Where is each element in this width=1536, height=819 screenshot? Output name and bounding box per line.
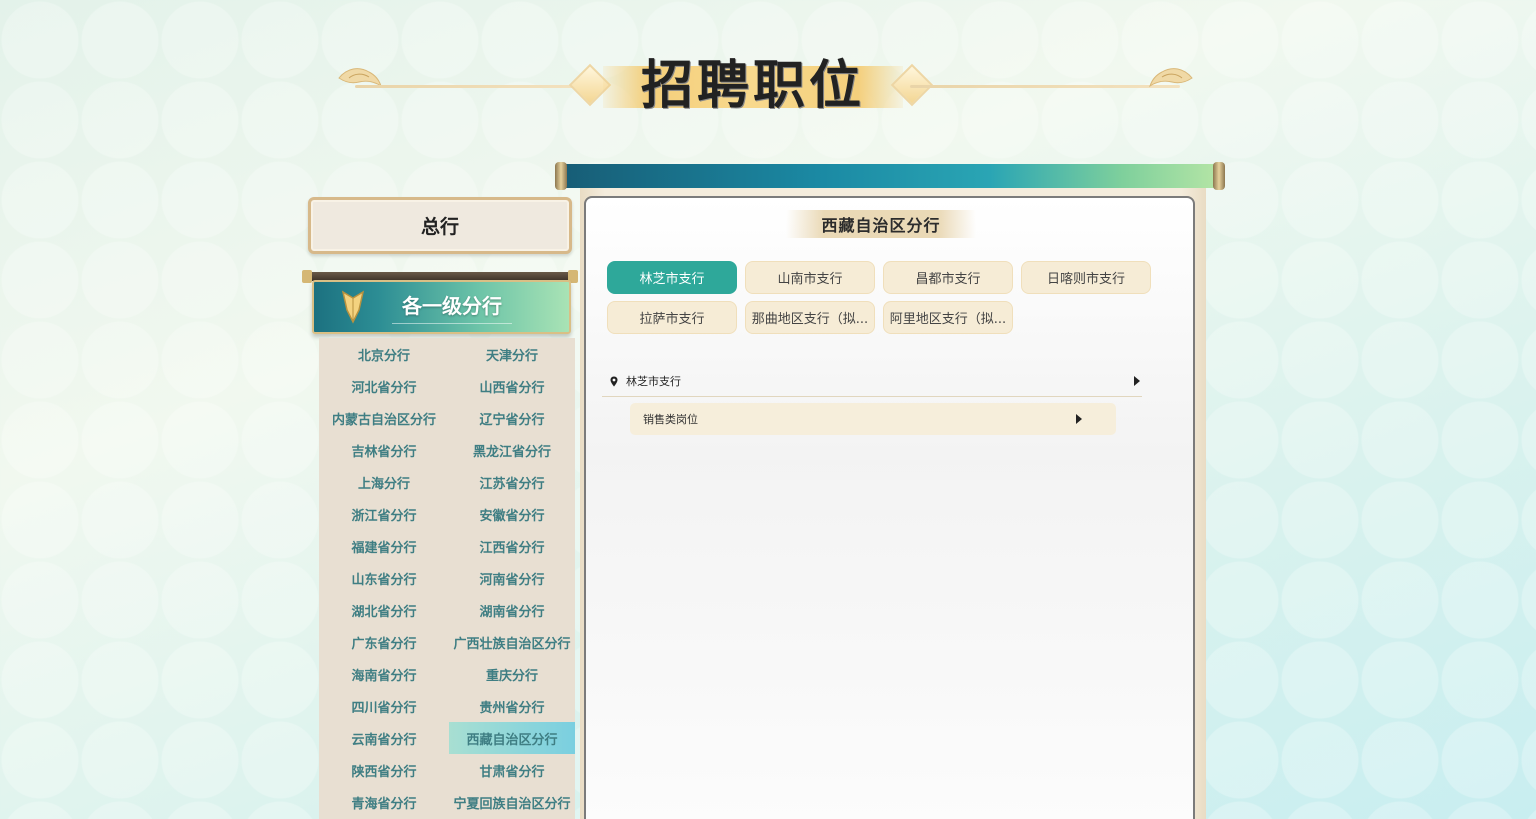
sub-branch-tab[interactable]: 拉萨市支行 xyxy=(607,301,737,334)
branch-item[interactable]: 湖北省分行 xyxy=(319,594,449,626)
branch-item[interactable]: 西藏自治区分行 xyxy=(449,722,575,754)
branch-item[interactable]: 江西省分行 xyxy=(449,530,575,562)
job-category-name: 销售类岗位 xyxy=(643,413,698,426)
location-row[interactable]: 林芝市支行 xyxy=(602,366,1142,397)
sub-branch-tab[interactable]: 那曲地区支行（拟... xyxy=(745,301,875,334)
branch-item[interactable]: 海南省分行 xyxy=(319,658,449,690)
sub-branch-tab[interactable]: 阿里地区支行（拟... xyxy=(883,301,1013,334)
branch-item[interactable]: 辽宁省分行 xyxy=(449,402,575,434)
page-title: 招聘职位 xyxy=(640,55,865,116)
branch-item[interactable]: 山东省分行 xyxy=(319,562,449,594)
branch-item[interactable]: 河北省分行 xyxy=(319,370,449,402)
wing-ornament-icon xyxy=(1149,68,1193,88)
caret-right-icon[interactable] xyxy=(1076,414,1082,424)
scroll-cap-left xyxy=(555,162,567,190)
location-name: 林芝市支行 xyxy=(626,375,681,388)
tier-one-branches-button[interactable]: 各一级分行 xyxy=(312,280,571,334)
branch-grid: 北京分行 天津分行 河北省分行 山西省分行 内蒙古自治区分行 辽宁省分行 吉林省分行 黑龙江省… xyxy=(319,338,575,818)
sub-branch-tab[interactable]: 林芝市支行 xyxy=(607,261,737,294)
branch-item[interactable]: 广西壮族自治区分行 xyxy=(449,626,575,658)
branch-list: 北京分行 天津分行 河北省分行 山西省分行 内蒙古自治区分行 辽宁省分行 吉林省分行 黑龙江省… xyxy=(319,338,575,819)
branch-item[interactable]: 山西省分行 xyxy=(449,370,575,402)
sub-branch-tab[interactable]: 昌都市支行 xyxy=(883,261,1013,294)
sub-branch-tab[interactable]: 日喀则市支行 xyxy=(1021,261,1151,294)
branch-item[interactable]: 湖南省分行 xyxy=(449,594,575,626)
branch-item[interactable]: 河南省分行 xyxy=(449,562,575,594)
branch-item[interactable]: 黑龙江省分行 xyxy=(449,434,575,466)
branch-item[interactable]: 安徽省分行 xyxy=(449,498,575,530)
positions-panel: 西藏自治区分行 林芝市支行 山南市支行 昌都市支行 日喀则市支行 拉萨市支行 那曲地区支行… xyxy=(584,196,1195,819)
sub-branch-tab[interactable]: 山南市支行 xyxy=(745,261,875,294)
branch-item[interactable]: 广东省分行 xyxy=(319,626,449,658)
branch-item[interactable]: 宁夏回族自治区分行 xyxy=(449,786,575,818)
branch-item[interactable]: 陕西省分行 xyxy=(319,754,449,786)
branch-item[interactable]: 贵州省分行 xyxy=(449,690,575,722)
job-category-row[interactable]: 销售类岗位 xyxy=(630,403,1116,435)
branch-item[interactable]: 江苏省分行 xyxy=(449,466,575,498)
branch-item[interactable]: 重庆分行 xyxy=(449,658,575,690)
scroll-cap-right xyxy=(1213,162,1225,190)
branch-item[interactable]: 甘肃省分行 xyxy=(449,754,575,786)
branch-item[interactable]: 云南省分行 xyxy=(319,722,449,754)
headquarters-label: 总行 xyxy=(420,216,459,238)
tier-one-label: 各一级分行 xyxy=(392,290,512,324)
branch-item[interactable]: 福建省分行 xyxy=(319,530,449,562)
caret-right-icon[interactable] xyxy=(1134,376,1140,386)
map-pin-icon xyxy=(610,376,624,387)
header-divider-left xyxy=(355,85,585,88)
branch-item[interactable]: 天津分行 xyxy=(449,338,575,370)
headquarters-button[interactable]: 总行 xyxy=(308,197,572,254)
branch-item[interactable]: 北京分行 xyxy=(319,338,449,370)
branch-item[interactable]: 四川省分行 xyxy=(319,690,449,722)
branch-item[interactable]: 浙江省分行 xyxy=(319,498,449,530)
branch-item[interactable]: 上海分行 xyxy=(319,466,449,498)
branch-item[interactable]: 青海省分行 xyxy=(319,786,449,818)
page-header: 招聘职位 xyxy=(335,50,1200,130)
chevron-down-icon xyxy=(328,287,378,327)
branch-item[interactable]: 吉林省分行 xyxy=(319,434,449,466)
region-title: 西藏自治区分行 xyxy=(786,210,976,238)
scroll-rod-ornament xyxy=(555,162,1225,190)
header-divider-right xyxy=(910,85,1180,88)
branch-item[interactable]: 内蒙古自治区分行 xyxy=(319,402,449,434)
